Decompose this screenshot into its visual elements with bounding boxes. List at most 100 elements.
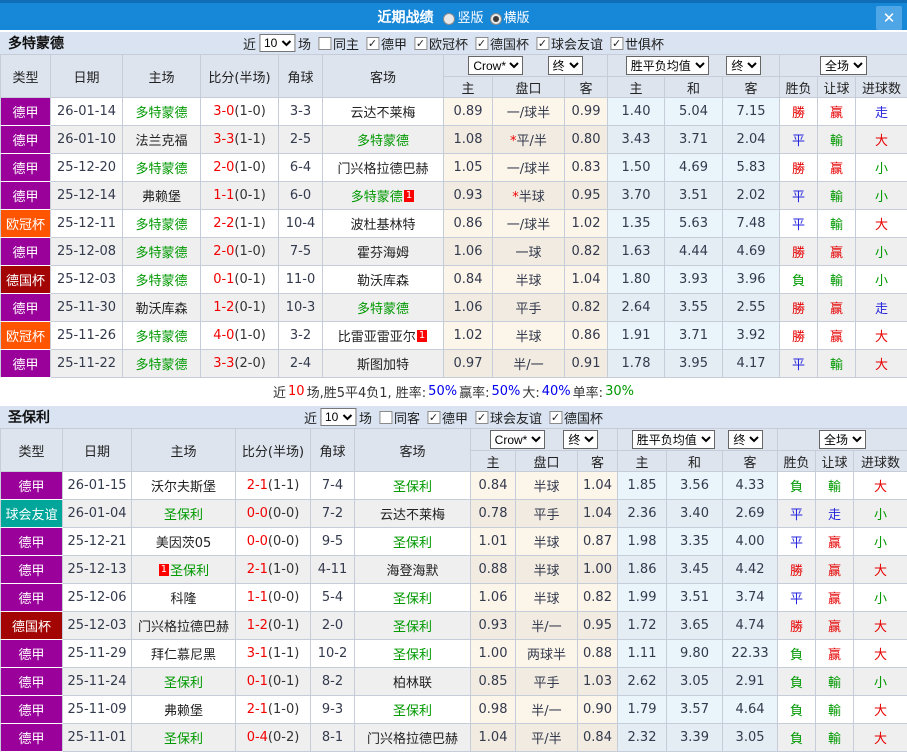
avg-away-cell: 2.91 <box>722 667 779 696</box>
odds-home-cell: 1.01 <box>470 527 516 556</box>
fulltime-score: 2-0 <box>213 160 235 175</box>
match-date: 25-11-01 <box>62 723 132 752</box>
odds-home-cell: 0.86 <box>443 209 493 238</box>
match-type-badge: 德甲 <box>0 125 51 154</box>
away-team-cell: 云达不莱梅 <box>354 499 471 528</box>
avg-draw-cell: 3.39 <box>666 723 724 752</box>
corners-cell: 8-1 <box>310 723 355 752</box>
avg-final-select[interactable]: 终 <box>726 56 762 75</box>
fulltime-score: 3-3 <box>213 356 235 371</box>
avg-away-cell: 3.92 <box>722 321 781 350</box>
fulltime-score: 2-2 <box>213 216 235 231</box>
match-date: 25-11-26 <box>50 321 123 350</box>
match-type-badge: 德甲 <box>0 555 63 584</box>
winloss-result-cell: 勝 <box>779 293 819 322</box>
odds-home-cell: 0.89 <box>443 97 493 126</box>
score-cell: 3-3(1-1) <box>200 125 279 154</box>
match-row: 德甲 25-11-09 弗赖堡 2-1(1-0) 9-3 圣保利 0.98 半/一 0.90 1.… <box>0 695 907 724</box>
handicap-cell: 一/球半 <box>492 153 565 182</box>
handicap-label: 一/球半 <box>506 106 551 121</box>
score-cell: 0-1(0-1) <box>200 265 279 294</box>
close-button[interactable]: ✕ <box>876 6 902 30</box>
odds-company-select[interactable]: Crow* <box>489 430 545 449</box>
goals-result-cell: 小 <box>855 265 907 294</box>
sub-header-avg-away: 客 <box>722 450 779 472</box>
layout-radio-1[interactable]: 横版 <box>484 11 530 26</box>
odds-company-select[interactable]: Crow* <box>468 56 524 75</box>
avg-type-select[interactable]: 胜平负均值 <box>631 430 715 449</box>
handicap-cell: 一球 <box>492 237 565 266</box>
match-type-badge: 欧冠杯 <box>0 209 51 238</box>
sub-header-avg-home: 主 <box>607 76 666 98</box>
goals-result-cell: 大 <box>853 723 907 752</box>
home-team-cell: 弗赖堡 <box>131 695 236 724</box>
match-type-badge: 德甲 <box>0 639 63 668</box>
filter-checkbox-3[interactable]: ✓ <box>549 410 563 424</box>
handicap-label: 半球 <box>533 480 560 495</box>
team-label: 多特蒙德 <box>135 358 188 373</box>
filter-checkbox-3[interactable]: ✓ <box>475 36 489 50</box>
match-date: 25-12-20 <box>50 153 123 182</box>
handicap-cell: 平/半 <box>515 723 578 752</box>
layout-radio-0[interactable]: 竖版 <box>437 11 484 26</box>
handicap-cell: 半球 <box>515 471 578 500</box>
radio-icon[interactable] <box>443 12 456 25</box>
handicap-cell: 半/一 <box>515 695 578 724</box>
handicap-result-cell: 輸 <box>815 667 855 696</box>
away-team-cell: 霍芬海姆 <box>322 237 444 266</box>
corners-cell: 9-3 <box>310 695 355 724</box>
team-label: 拜仁慕尼黑 <box>150 648 216 663</box>
avg-home-cell: 2.32 <box>617 723 668 752</box>
fulltime-score: 0-0 <box>246 506 268 521</box>
odds-final-select[interactable]: 终 <box>563 430 599 449</box>
radio-icon[interactable] <box>489 12 502 25</box>
matches-table: 类型 日期 主场 比分(半场) 角球 客场 Crow* 终 胜平负均值 终 全场… <box>0 428 907 752</box>
winloss-result-cell: 平 <box>777 583 817 612</box>
odds-away-cell: 1.03 <box>576 667 619 696</box>
corners-cell: 4-11 <box>310 555 355 584</box>
summary-segment: 场,胜5平4负1, 胜率: <box>306 385 427 401</box>
corners-cell: 8-2 <box>310 667 355 696</box>
avg-home-cell: 1.98 <box>617 527 668 556</box>
recent-count-select[interactable]: 10 <box>319 408 356 426</box>
avg-type-select[interactable]: 胜平负均值 <box>625 56 709 75</box>
score-cell: 2-0(1-0) <box>200 237 279 266</box>
recent-count-select[interactable]: 10 <box>258 34 295 52</box>
odds-home-cell: 0.84 <box>443 265 493 294</box>
team-label: 云达不莱梅 <box>379 508 445 523</box>
avg-final-select[interactable]: 终 <box>728 430 764 449</box>
filter-checkbox-1[interactable]: ✓ <box>365 36 379 50</box>
avg-draw-cell: 3.55 <box>664 293 724 322</box>
avg-home-cell: 1.50 <box>607 153 666 182</box>
away-team-cell: 圣保利 <box>354 695 471 724</box>
filter-bar: 近 10 场同主 ✓ 德甲 ✓ 欧冠杯 ✓ 德国杯 ✓ 球会友谊 ✓ 世俱杯 <box>243 34 664 53</box>
filter-checkbox-2[interactable]: ✓ <box>414 36 427 50</box>
handicap-cell: 平手 <box>515 667 578 696</box>
filter-checkbox-4[interactable]: ✓ <box>536 36 550 50</box>
avg-draw-cell: 3.95 <box>664 349 724 378</box>
filter-checkbox-1[interactable]: ✓ <box>427 410 440 424</box>
match-date: 25-12-11 <box>50 209 123 238</box>
scope-select[interactable]: 全场 <box>819 430 867 449</box>
red-card-badge: 1 <box>416 330 428 342</box>
odds-away-cell: 0.95 <box>563 181 609 210</box>
filter-checkbox-5[interactable]: ✓ <box>610 36 624 50</box>
winloss-result-cell: 平 <box>777 499 817 528</box>
odds-header-cell: Crow* 终 <box>442 54 609 77</box>
handicap-cell: 半球 <box>515 555 578 584</box>
odds-away-cell: 0.90 <box>576 695 619 724</box>
avg-away-cell: 22.33 <box>722 639 779 668</box>
corners-cell: 7-4 <box>310 471 355 500</box>
filter-checkbox-0[interactable] <box>378 410 392 424</box>
home-team-cell: 弗赖堡 <box>122 181 201 210</box>
team-label: 圣保利 <box>392 536 432 551</box>
match-date: 25-12-21 <box>62 527 132 556</box>
filter-checkbox-2[interactable]: ✓ <box>475 410 489 424</box>
handicap-label: 平手 <box>533 508 560 523</box>
winloss-result-cell: 平 <box>779 125 819 154</box>
scope-select[interactable]: 全场 <box>820 56 868 75</box>
team-label: 多特蒙德 <box>350 190 403 205</box>
odds-final-select[interactable]: 终 <box>547 56 583 75</box>
filter-checkbox-0[interactable] <box>317 36 331 50</box>
avg-away-cell: 3.96 <box>722 265 781 294</box>
